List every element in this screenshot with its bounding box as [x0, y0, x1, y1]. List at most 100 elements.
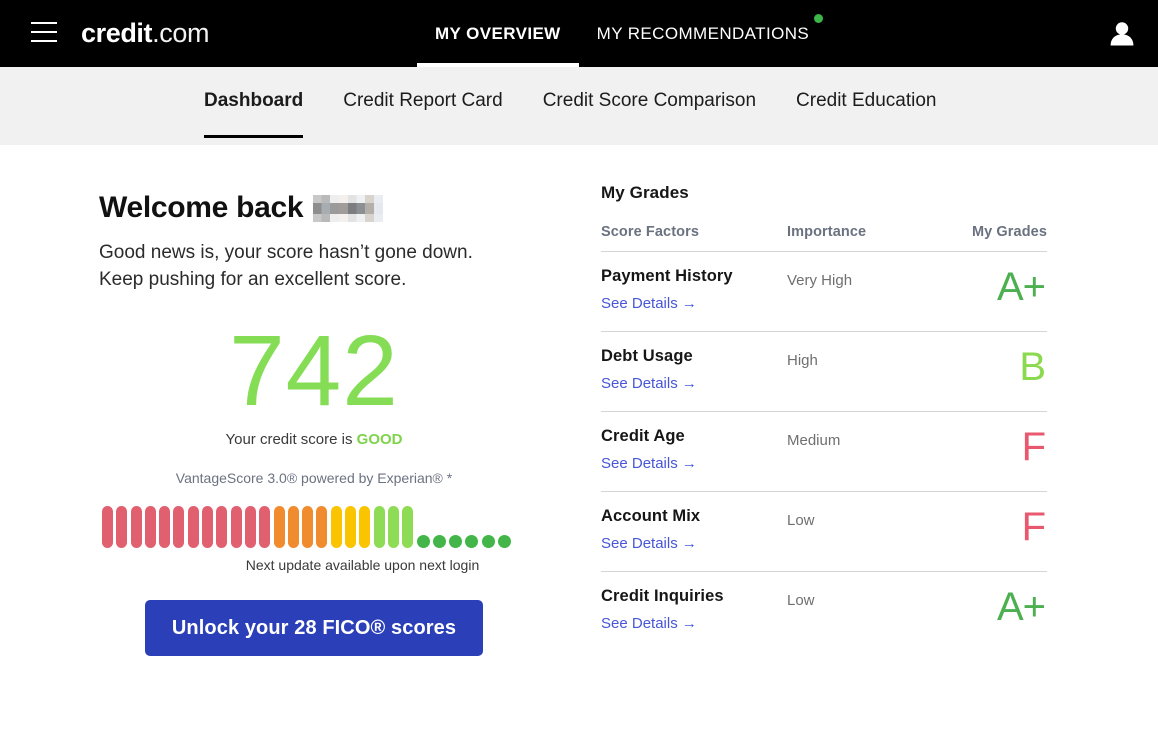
- gauge-bar: [316, 506, 328, 548]
- grade-importance-value: Low: [787, 592, 815, 609]
- gauge-bar: [273, 506, 285, 548]
- tab-my-recommendations[interactable]: MY RECOMMENDATIONS: [579, 0, 827, 67]
- grade-row: Account Mix See Details → Low F: [601, 492, 1047, 572]
- grade-factor-name: Payment History: [601, 267, 733, 285]
- subtab-credit-education-label: Credit Education: [796, 90, 937, 111]
- tab-my-recommendations-label: MY RECOMMENDATIONS: [596, 23, 810, 43]
- gauge-bar: [387, 506, 399, 548]
- grade-row: Payment History See Details → Very High A+: [601, 252, 1047, 332]
- grade-factor-cell: Payment History See Details →: [601, 267, 787, 313]
- gauge-bar: [359, 506, 371, 548]
- grade-row: Debt Usage See Details → High B: [601, 332, 1047, 412]
- score-gauge: [99, 504, 529, 548]
- secondary-tab-bar: Dashboard Credit Report Card Credit Scor…: [0, 67, 1158, 145]
- gauge-bar: [244, 506, 256, 548]
- gauge-bar: [402, 506, 414, 548]
- gauge-bar: [130, 506, 142, 548]
- gauge-dot: [481, 535, 495, 548]
- gauge-dot: [449, 535, 463, 548]
- see-details-link[interactable]: See Details →: [601, 455, 697, 472]
- account-avatar-button[interactable]: [1100, 12, 1144, 56]
- grade-letter-value: A+: [996, 265, 1046, 309]
- grade-letter-value: B: [1019, 345, 1046, 389]
- credit-score-rating: GOOD: [356, 431, 403, 448]
- credit-score-caption: Your credit score is GOOD: [99, 431, 529, 448]
- welcome-heading: Welcome back: [99, 190, 529, 226]
- grades-table-body: Payment History See Details → Very High A+ D…: [601, 252, 1047, 652]
- grade-importance-value: Low: [787, 512, 815, 529]
- secondary-tab-list: Dashboard Credit Report Card Credit Scor…: [204, 67, 976, 145]
- grade-importance-value: Very High: [787, 272, 853, 289]
- credit-score-value: 742: [229, 315, 399, 427]
- grade-importance-value: High: [787, 352, 818, 369]
- grade-row: Credit Age See Details → Medium F: [601, 412, 1047, 492]
- score-summary-panel: Welcome back Good news is, your score ha…: [99, 145, 529, 656]
- gauge-bar: [216, 506, 228, 548]
- grade-row: Credit Inquiries See Details → Low A+: [601, 572, 1047, 652]
- subtab-credit-score-comparison-label: Credit Score Comparison: [542, 90, 757, 111]
- grade-letter-value: A+: [996, 585, 1046, 629]
- grade-factor-name: Credit Age: [601, 427, 685, 445]
- gauge-dot: [416, 535, 430, 548]
- hamburger-line: [31, 22, 57, 24]
- grade-factor-cell: Debt Usage See Details →: [601, 347, 787, 393]
- gauge-bar: [202, 506, 214, 548]
- column-header-my-grades: My Grades: [971, 224, 1047, 240]
- grade-factor-name: Credit Inquiries: [601, 587, 724, 605]
- gauge-bar: [102, 506, 113, 548]
- top-navigation-bar: credit.com MY OVERVIEW MY RECOMMENDATION…: [0, 0, 1158, 67]
- unlock-fico-scores-button[interactable]: Unlock your 28 FICO® scores: [145, 600, 483, 656]
- grade-letter-value: F: [1021, 505, 1046, 549]
- hamburger-line: [31, 40, 57, 42]
- credit-com-logo[interactable]: credit.com: [81, 17, 209, 50]
- see-details-link[interactable]: See Details →: [601, 295, 697, 312]
- gauge-bar: [259, 506, 271, 548]
- redacted-user-name: [313, 194, 384, 222]
- gauge-bar: [302, 506, 314, 548]
- logo-text-suffix: .com: [152, 18, 210, 48]
- gauge-bar: [116, 506, 128, 548]
- hamburger-line: [31, 31, 57, 33]
- tab-my-overview[interactable]: MY OVERVIEW: [417, 0, 579, 67]
- subtab-credit-report-card[interactable]: Credit Report Card: [343, 67, 502, 145]
- gauge-bar: [187, 506, 199, 548]
- tab-my-overview-label: MY OVERVIEW: [435, 23, 561, 43]
- gauge-bar: [144, 506, 156, 548]
- subtab-credit-score-comparison[interactable]: Credit Score Comparison: [543, 67, 756, 145]
- grade-factor-name: Account Mix: [601, 507, 701, 525]
- grades-table-header: Score Factors Importance My Grades: [601, 224, 1047, 252]
- grade-factor-cell: Credit Inquiries See Details →: [601, 587, 787, 633]
- column-header-importance: Importance: [787, 224, 867, 240]
- gauge-bar: [345, 506, 357, 548]
- welcome-text: Welcome back: [99, 191, 304, 224]
- my-grades-title: My Grades: [601, 183, 689, 202]
- subtab-credit-education[interactable]: Credit Education: [796, 67, 936, 145]
- gauge-bar: [373, 506, 385, 548]
- subtab-dashboard-label: Dashboard: [204, 90, 304, 111]
- score-message-line-1: Good news is, your score hasn’t gone dow…: [99, 242, 473, 263]
- gauge-dot: [498, 535, 512, 548]
- see-details-link[interactable]: See Details →: [601, 535, 697, 552]
- gauge-bar: [330, 506, 342, 548]
- gauge-bar: [173, 506, 185, 548]
- my-grades-panel: My Grades Score Factors Importance My Gr…: [601, 145, 1047, 652]
- subtab-credit-report-card-label: Credit Report Card: [343, 90, 503, 111]
- grade-importance-value: Medium: [787, 432, 841, 449]
- credit-score-caption-prefix: Your credit score is: [225, 431, 357, 448]
- score-message-line-2: Keep pushing for an excellent score.: [99, 269, 407, 290]
- subtab-dashboard[interactable]: Dashboard: [204, 67, 304, 145]
- next-update-note: Next update available upon next login: [245, 557, 480, 573]
- grade-factor-cell: Credit Age See Details →: [601, 427, 787, 473]
- hamburger-menu-icon[interactable]: [31, 22, 57, 42]
- column-header-score-factors: Score Factors: [601, 224, 700, 240]
- gauge-bar: [159, 506, 171, 548]
- logo-text-primary: credit: [81, 18, 153, 48]
- grade-factor-cell: Account Mix See Details →: [601, 507, 787, 553]
- gauge-dot: [432, 535, 446, 548]
- dashboard-main-content: Welcome back Good news is, your score ha…: [0, 145, 1158, 732]
- grade-letter-value: F: [1021, 425, 1046, 469]
- gauge-bar: [230, 506, 242, 548]
- see-details-link[interactable]: See Details →: [601, 375, 697, 392]
- notification-dot-icon: [814, 14, 824, 23]
- see-details-link[interactable]: See Details →: [601, 615, 697, 632]
